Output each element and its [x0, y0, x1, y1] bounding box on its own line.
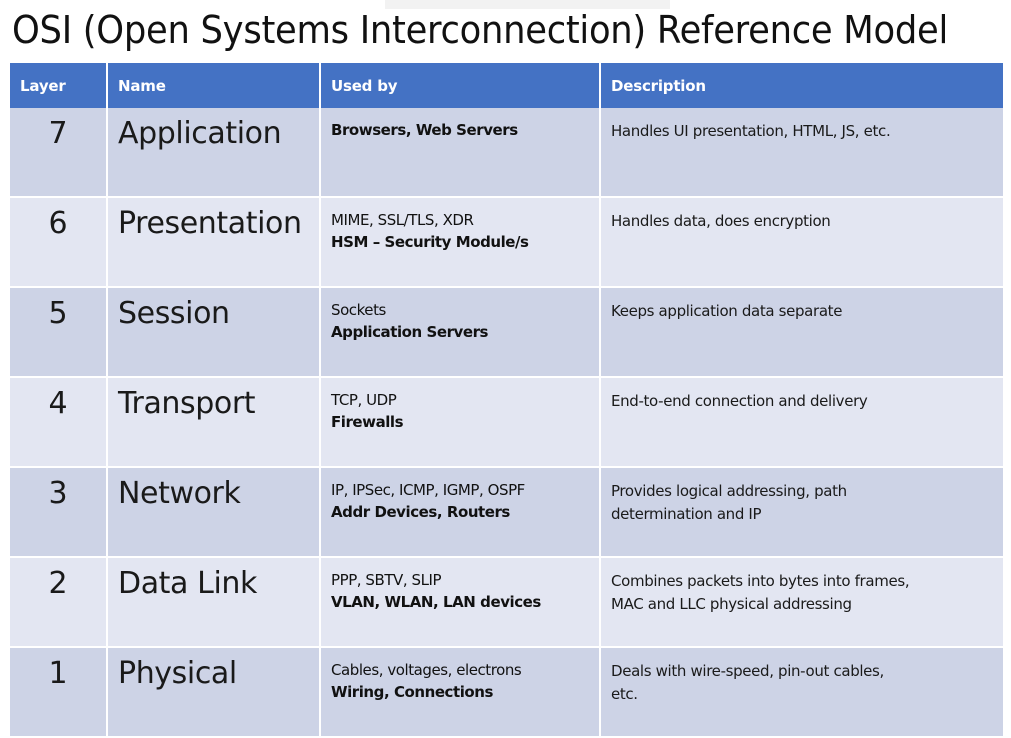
cell-layer-name: Network: [107, 467, 321, 558]
description-line: MAC and LLC physical addressing: [611, 594, 852, 613]
table-header-row: Layer Name Used by Description: [10, 63, 1003, 108]
cell-used-by: Cables, voltages, electrons Wiring, Conne…: [320, 647, 601, 738]
table-row: 2 Data Link PPP, SBTV, SLIP VLAN, WLAN, LAN…: [10, 557, 1003, 648]
cell-used-by: Browsers, Web Servers: [320, 108, 601, 198]
used-by-protocols: IP, IPSec, ICMP, IGMP, OSPF: [331, 481, 525, 499]
used-by-protocols: Cables, voltages, electrons: [331, 661, 522, 679]
cell-used-by: IP, IPSec, ICMP, IGMP, OSPF Addr Devices,…: [320, 467, 601, 558]
cell-layer-number: 6: [10, 197, 108, 288]
table-row: 4 Transport TCP, UDP Firewalls End-to-end co…: [10, 377, 1003, 468]
description-line: Handles data, does encryption: [611, 212, 831, 230]
cell-layer-name: Presentation: [107, 197, 321, 288]
table-body: 7 Application Browsers, Web Servers Handles…: [10, 108, 1003, 738]
cell-description: Combines packets into bytes into frames,…: [600, 557, 1003, 648]
cell-description: Handles data, does encryption: [600, 197, 1003, 288]
table-row: 7 Application Browsers, Web Servers Handles…: [10, 108, 1003, 198]
used-by-devices: Firewalls: [331, 412, 404, 431]
used-by-protocols: PPP, SBTV, SLIP: [331, 571, 442, 589]
used-by-protocols: MIME, SSL/TLS, XDR: [331, 211, 474, 229]
cell-layer-number: 3: [10, 467, 108, 558]
description-line: etc.: [611, 684, 638, 703]
cell-layer-number: 4: [10, 377, 108, 468]
cell-layer-name: Session: [107, 287, 321, 378]
cell-layer-name: Application: [107, 108, 321, 198]
cell-description: End-to-end connection and delivery: [600, 377, 1003, 468]
cell-description: Keeps application data separate: [600, 287, 1003, 378]
description-line: Handles UI presentation, HTML, JS, etc.: [611, 122, 891, 140]
description-line: Combines packets into bytes into frames,: [611, 572, 910, 590]
used-by-devices: Browsers, Web Servers: [331, 121, 518, 139]
cell-used-by: Sockets Application Servers: [320, 287, 601, 378]
used-by-devices: Addr Devices, Routers: [331, 502, 510, 521]
description-line: determination and IP: [611, 504, 762, 523]
column-header-name: Name: [107, 63, 321, 108]
description-line: Deals with wire-speed, pin-out cables,: [611, 662, 884, 680]
cell-layer-name: Data Link: [107, 557, 321, 648]
table-row: 1 Physical Cables, voltages, electrons Wiri…: [10, 647, 1003, 738]
column-header-layer: Layer: [10, 63, 108, 108]
cell-description: Handles UI presentation, HTML, JS, etc.: [600, 108, 1003, 198]
slide-canvas: OSI (Open Systems Interconnection) Refer…: [0, 0, 1011, 738]
used-by-protocols: TCP, UDP: [331, 391, 397, 409]
used-by-devices: VLAN, WLAN, LAN devices: [331, 592, 541, 611]
table-row: 5 Session Sockets Application Servers Keeps …: [10, 287, 1003, 378]
osi-reference-table: Layer Name Used by Description 7 Applicat…: [10, 63, 1003, 738]
cell-used-by: MIME, SSL/TLS, XDR HSM – Security Module/…: [320, 197, 601, 288]
cell-layer-name: Physical: [107, 647, 321, 738]
used-by-devices: HSM – Security Module/s: [331, 232, 529, 251]
used-by-devices: Application Servers: [331, 322, 488, 341]
cell-layer-number: 7: [10, 108, 108, 198]
cell-description: Deals with wire-speed, pin-out cables, et…: [600, 647, 1003, 738]
used-by-devices: Wiring, Connections: [331, 682, 493, 701]
description-line: Provides logical addressing, path: [611, 482, 847, 500]
column-header-description: Description: [600, 63, 1003, 108]
cell-layer-number: 2: [10, 557, 108, 648]
description-line: End-to-end connection and delivery: [611, 392, 868, 410]
description-line: Keeps application data separate: [611, 302, 843, 320]
table-row: 3 Network IP, IPSec, ICMP, IGMP, OSPF Addr …: [10, 467, 1003, 558]
table-row: 6 Presentation MIME, SSL/TLS, XDR HSM – Sec…: [10, 197, 1003, 288]
cell-used-by: PPP, SBTV, SLIP VLAN, WLAN, LAN devices: [320, 557, 601, 648]
cell-description: Provides logical addressing, path determi…: [600, 467, 1003, 558]
page-title: OSI (Open Systems Interconnection) Refer…: [12, 8, 949, 52]
column-header-used-by: Used by: [320, 63, 601, 108]
cell-layer-number: 5: [10, 287, 108, 378]
cell-layer-number: 1: [10, 647, 108, 738]
cell-layer-name: Transport: [107, 377, 321, 468]
cell-used-by: TCP, UDP Firewalls: [320, 377, 601, 468]
used-by-protocols: Sockets: [331, 301, 386, 319]
